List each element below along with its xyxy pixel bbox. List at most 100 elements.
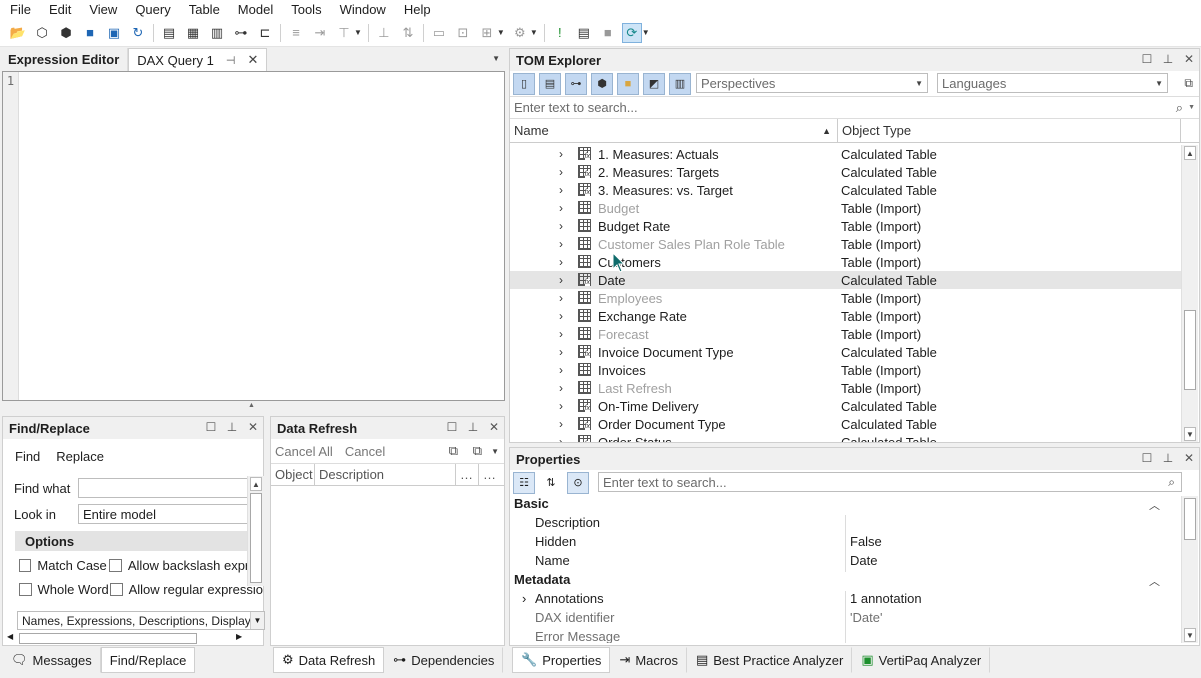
distribute-icon[interactable]: ⊥: [374, 23, 394, 43]
property-pages-icon[interactable]: ⊙: [567, 471, 589, 494]
form-icon[interactable]: ▦: [183, 23, 203, 43]
scroll-right-icon[interactable]: ▶: [236, 632, 242, 641]
tab-replace[interactable]: Replace: [50, 449, 110, 464]
script-icon[interactable]: ▥: [207, 23, 227, 43]
match-case-checkbox[interactable]: [19, 558, 32, 572]
chevron-right-icon[interactable]: ›: [559, 273, 563, 287]
show-hierarchies-icon[interactable]: ⊶: [565, 72, 587, 95]
scroll-thumb[interactable]: [19, 633, 197, 644]
pin-icon[interactable]: ⊥: [467, 420, 479, 434]
open-model-icon[interactable]: ⬡: [32, 23, 52, 43]
property-row[interactable]: DAX identifier 'Date': [510, 610, 1182, 629]
tab-expression-editor[interactable]: Expression Editor: [0, 48, 129, 71]
search-icon[interactable]: ⌕: [1176, 100, 1183, 116]
sort-ascending-icon[interactable]: ▲: [822, 126, 831, 136]
format-icon[interactable]: ⊤: [334, 23, 354, 43]
tab-dependencies[interactable]: ⊶ Dependencies: [384, 647, 504, 673]
grid-icon[interactable]: ⊞: [477, 23, 497, 43]
tab-properties[interactable]: 🔧 Properties: [512, 647, 611, 673]
chevron-right-icon[interactable]: ›: [559, 165, 563, 179]
horizontal-scrollbar[interactable]: ◀ ▶: [5, 632, 247, 645]
scroll-thumb[interactable]: [250, 493, 262, 583]
column-more-icon[interactable]: …: [456, 464, 479, 485]
tom-search-input[interactable]: Enter text to search...: [514, 100, 638, 115]
chevron-down-icon[interactable]: ▼: [497, 28, 505, 37]
allow-regex-checkbox[interactable]: [110, 582, 123, 596]
dax-code-editor[interactable]: 1: [2, 71, 505, 401]
close-icon[interactable]: ✕: [488, 420, 500, 434]
chevron-right-icon[interactable]: ›: [559, 435, 563, 442]
tab-macros[interactable]: ⇥ Macros: [610, 647, 687, 673]
chevron-down-icon[interactable]: ▼: [354, 28, 362, 37]
languages-select[interactable]: Languages ▼: [937, 73, 1168, 93]
tree-row[interactable]: › Employees Table (Import): [510, 289, 1182, 307]
chevron-right-icon[interactable]: ›: [559, 327, 563, 341]
show-hidden-icon[interactable]: ◩: [643, 72, 665, 95]
scroll-thumb[interactable]: [1184, 310, 1196, 390]
column-more-icon[interactable]: …: [479, 464, 502, 485]
chevron-right-icon[interactable]: ›: [559, 237, 563, 251]
tree-row[interactable]: › Invoice Document Type Calculated Table: [510, 343, 1182, 361]
property-value[interactable]: False: [850, 534, 882, 549]
search-icon[interactable]: ⌕: [1168, 475, 1175, 490]
tree-row[interactable]: › 1. Measures: Actuals Calculated Table: [510, 145, 1182, 163]
tree-row[interactable]: › Customers Table (Import): [510, 253, 1182, 271]
document-icon[interactable]: ▤: [159, 23, 179, 43]
tree-row[interactable]: › Budget Table (Import): [510, 199, 1182, 217]
copy-icon[interactable]: ⧉: [1184, 76, 1193, 91]
tree-row[interactable]: › Budget Rate Table (Import): [510, 217, 1182, 235]
categorized-view-icon[interactable]: ☷: [513, 471, 535, 494]
chevron-right-icon[interactable]: ›: [559, 219, 563, 233]
allow-backslash-checkbox[interactable]: [109, 558, 122, 572]
chevron-right-icon[interactable]: ›: [559, 147, 563, 161]
menu-query[interactable]: Query: [126, 2, 179, 17]
sort-alphabetical-icon[interactable]: ⇅: [540, 472, 562, 494]
scroll-down-icon[interactable]: ▼: [1184, 628, 1196, 642]
menu-tools[interactable]: Tools: [282, 2, 330, 17]
close-icon[interactable]: ✕: [1183, 451, 1195, 465]
chevron-right-icon[interactable]: ›: [559, 201, 563, 215]
scroll-left-icon[interactable]: ◀: [7, 632, 13, 641]
tree-row[interactable]: › Order Status Calculated Table: [510, 433, 1182, 442]
move-icon[interactable]: ⇅: [398, 23, 418, 43]
pin-icon[interactable]: ⊥: [1162, 52, 1174, 66]
show-all-columns-icon[interactable]: ▥: [669, 72, 691, 95]
chevron-down-icon[interactable]: ▼: [530, 28, 538, 37]
close-icon[interactable]: ✕: [1183, 52, 1195, 66]
find-what-input[interactable]: [78, 478, 250, 498]
chevron-down-icon[interactable]: ▼: [642, 28, 650, 37]
copy-all-icon[interactable]: ⧉: [473, 443, 482, 459]
tree-row[interactable]: › Order Document Type Calculated Table: [510, 415, 1182, 433]
perspectives-select[interactable]: Perspectives ▼: [696, 73, 928, 93]
tab-data-refresh[interactable]: ⚙ Data Refresh: [273, 647, 385, 673]
tree-row[interactable]: › 3. Measures: vs. Target Calculated Table: [510, 181, 1182, 199]
property-row[interactable]: › Annotations 1 annotation: [510, 591, 1182, 610]
tom-scrollbar[interactable]: ▲ ▼: [1181, 145, 1198, 442]
tree-row[interactable]: › Forecast Table (Import): [510, 325, 1182, 343]
tab-messages[interactable]: 🗨 Messages: [2, 647, 101, 673]
splitter-handle[interactable]: ▲: [248, 402, 255, 409]
tab-vertipaq-analyzer[interactable]: ▣ VertiPaq Analyzer: [852, 647, 991, 673]
properties-search-input[interactable]: Enter text to search... ⌕: [598, 472, 1182, 492]
find-panel-scrollbar[interactable]: ▲: [247, 476, 264, 586]
save-icon[interactable]: ■: [80, 23, 100, 43]
open-database-icon[interactable]: ⬢: [56, 23, 76, 43]
tree-row[interactable]: › Invoices Table (Import): [510, 361, 1182, 379]
menu-file[interactable]: File: [0, 2, 40, 17]
refresh-icon[interactable]: ↻: [128, 23, 148, 43]
chevron-right-icon[interactable]: ›: [522, 591, 526, 606]
tree-row[interactable]: › Customer Sales Plan Role Table Table (Im…: [510, 235, 1182, 253]
chevron-down-icon[interactable]: ▼: [491, 447, 499, 456]
note-icon[interactable]: ⊡: [453, 23, 473, 43]
chevron-right-icon[interactable]: ›: [559, 417, 563, 431]
tab-find[interactable]: Find: [9, 449, 46, 464]
property-row[interactable]: Hidden False: [510, 534, 1182, 553]
show-columns-icon[interactable]: ▤: [539, 72, 561, 95]
scroll-thumb[interactable]: [1184, 498, 1196, 540]
property-value[interactable]: 'Date': [850, 610, 882, 625]
open-folder-icon[interactable]: 📂: [8, 23, 28, 43]
chevron-down-icon[interactable]: ▼: [1188, 104, 1195, 111]
scroll-up-icon[interactable]: ▲: [1184, 146, 1196, 160]
indent-icon[interactable]: ⇥: [310, 23, 330, 43]
pin-icon[interactable]: ⊣: [226, 54, 236, 67]
